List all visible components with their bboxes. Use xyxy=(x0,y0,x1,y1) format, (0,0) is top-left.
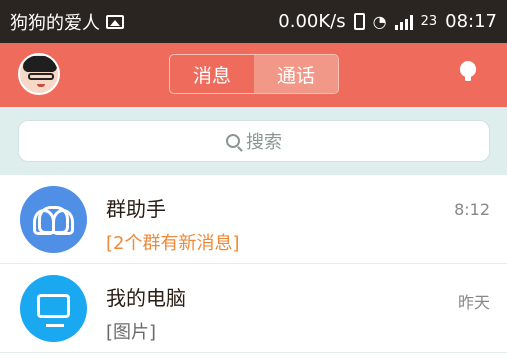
vibrate-icon xyxy=(353,13,365,30)
avatar-hair xyxy=(23,56,57,72)
signal-icon xyxy=(394,14,413,30)
tab-messages[interactable]: 消息 xyxy=(170,55,254,93)
group-icon xyxy=(33,206,74,235)
network-number: 23 xyxy=(420,14,438,29)
conversation-time: 昨天 xyxy=(457,293,490,312)
conversation-name: 我的电脑 xyxy=(106,286,186,310)
status-bar: 狗狗的爱人 0.00K/s ◔ 23 08:17 xyxy=(0,0,507,43)
conversation-time: 8:12 xyxy=(454,200,490,219)
status-right: 0.00K/s ◔ 23 08:17 xyxy=(278,11,497,32)
avatar-mouth xyxy=(37,84,45,87)
computer-avatar xyxy=(20,275,87,342)
search-icon xyxy=(226,134,240,148)
image-notification-icon xyxy=(106,14,124,29)
lightbulb-icon[interactable] xyxy=(460,61,476,81)
status-left: 狗狗的爱人 xyxy=(10,9,124,35)
list-item-my-computer[interactable]: 我的电脑 [图片] 昨天 xyxy=(0,264,507,353)
group-avatar xyxy=(20,186,87,253)
computer-icon xyxy=(37,294,70,327)
conversation-subtitle: [图片] xyxy=(106,322,157,343)
profile-avatar[interactable] xyxy=(18,53,60,95)
conversation-name: 群助手 xyxy=(106,197,166,221)
list-item-group-assistant[interactable]: 群助手 [2个群有新消息] 8:12 xyxy=(0,175,507,264)
conversation-subtitle: [2个群有新消息] xyxy=(106,233,240,254)
tab-calls[interactable]: 通话 xyxy=(254,55,338,93)
wifi-icon: ◔ xyxy=(372,12,387,31)
search-input[interactable]: 搜索 xyxy=(18,120,490,162)
search-placeholder: 搜索 xyxy=(246,132,282,153)
conversation-list: 群助手 [2个群有新消息] 8:12 我的电脑 [图片] 昨天 xyxy=(0,175,507,359)
message-call-tabs: 消息 通话 xyxy=(169,54,339,94)
carrier-name: 狗狗的爱人 xyxy=(10,12,100,34)
network-speed: 0.00K/s xyxy=(278,11,346,32)
clock: 08:17 xyxy=(445,11,497,32)
avatar-glasses xyxy=(28,73,54,80)
app-header: 消息 通话 xyxy=(0,43,507,107)
search-container: 搜索 xyxy=(0,107,507,175)
